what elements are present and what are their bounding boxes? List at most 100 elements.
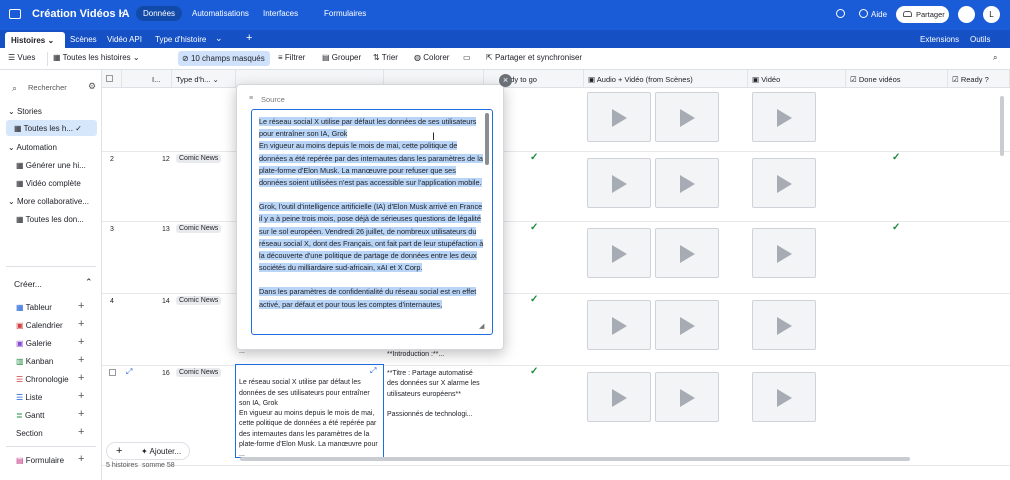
video-thumbnail[interactable] — [752, 300, 816, 350]
app-title[interactable]: Création Vidéos IA — [32, 8, 130, 20]
create-collapse-icon[interactable]: ⌃ — [85, 277, 93, 288]
header-audio-video[interactable]: ▣ Audio + Vidéo (from Scènes) — [584, 70, 748, 88]
select-all-checkbox[interactable] — [106, 75, 113, 82]
header-ready[interactable]: ☑ Ready ? — [948, 70, 1010, 88]
create-calendrier[interactable]: ▣ Calendrier — [16, 321, 63, 330]
nav-donnees[interactable]: Données — [136, 6, 183, 21]
tab-scenes[interactable]: Scènes — [70, 35, 97, 44]
video-thumbnail[interactable] — [655, 92, 719, 142]
type-tag: Comic News — [176, 154, 222, 163]
create-gantt[interactable]: ≣ Gantt — [16, 411, 45, 420]
create-liste[interactable]: ☰ Liste — [16, 393, 42, 402]
source-cell-active[interactable]: Le réseau social X utilise par défaut le… — [235, 364, 384, 458]
video-thumbnail[interactable] — [587, 300, 651, 350]
tab-type-histoire[interactable]: Type d'histoire — [155, 35, 206, 44]
tab-video-api[interactable]: Vidéo API — [107, 35, 142, 44]
video-thumbnail[interactable] — [752, 92, 816, 142]
search-icon[interactable]: ⌕ — [993, 53, 997, 63]
close-popup-icon[interactable]: × — [499, 74, 512, 87]
expand-row-icon[interactable]: ⤢ — [126, 367, 132, 377]
avatar[interactable]: L — [983, 6, 1000, 23]
share-sync-button[interactable]: ⇱ Partager et synchroniser — [486, 53, 582, 62]
video-thumbnail[interactable] — [587, 92, 651, 142]
base-icon[interactable] — [9, 9, 21, 19]
video-thumbnail[interactable] — [752, 158, 816, 208]
video-thumbnail[interactable] — [655, 372, 719, 422]
notifications-icon[interactable] — [958, 6, 975, 23]
color-button[interactable]: ◍ Colorer — [414, 53, 449, 62]
views-button[interactable]: ☰ Vues — [8, 53, 35, 62]
sidebar-section-automation[interactable]: ⌄ Automation — [8, 143, 57, 152]
textarea-scrollbar[interactable] — [485, 113, 489, 165]
title-chevron-down-icon[interactable]: ⌄ — [117, 6, 125, 17]
header-done-videos[interactable]: ☑ Done vidéos — [846, 70, 948, 88]
add-formulaire-icon[interactable]: + — [78, 453, 84, 465]
header-id[interactable]: I... — [122, 70, 172, 88]
sidebar-search-icon: ⌕ — [12, 83, 18, 93]
expand-cell-icon[interactable]: ⤢ — [370, 366, 376, 376]
vertical-scrollbar[interactable] — [1000, 96, 1004, 156]
help-label[interactable]: Aide — [871, 10, 887, 19]
row-height-icon[interactable]: ▭ — [463, 53, 471, 62]
table-row[interactable]: ⤢ 16 Comic News Le réseau social X utili… — [102, 364, 1010, 466]
video-thumbnail[interactable] — [752, 228, 816, 278]
sidebar-item-toutes-donnees[interactable]: ▦ Toutes les don... — [16, 215, 84, 224]
sidebar-section-collaborative[interactable]: ⌄ More collaborative... — [8, 197, 89, 206]
sidebar-settings-icon[interactable]: ⚙ — [88, 81, 96, 92]
resize-handle-icon[interactable]: ◢ — [479, 322, 484, 330]
tab-histoires[interactable]: Histoires ⌄ — [5, 32, 65, 48]
eye-slash-icon: ⊘ — [182, 54, 189, 63]
header-video[interactable]: ▣ Vidéo — [748, 70, 846, 88]
video-thumbnail[interactable] — [752, 372, 816, 422]
sort-button[interactable]: ⇅ Trier — [373, 53, 398, 62]
add-record-icon[interactable]: + — [116, 445, 122, 457]
video-thumbnail[interactable] — [655, 158, 719, 208]
sidebar-item-label: Vidéo complète — [25, 179, 81, 188]
create-formulaire[interactable]: ▤ Formulaire — [16, 456, 64, 465]
header-video-label: Vidéo — [761, 75, 781, 84]
add-options-button[interactable]: ✦ Ajouter... — [141, 447, 181, 456]
header-type[interactable]: Type d'h... ⌄ — [172, 70, 236, 88]
filter-button[interactable]: ≡ Filtrer — [278, 53, 305, 62]
create-kanban[interactable]: ▥ Kanban — [16, 357, 53, 366]
current-view-button[interactable]: ▦ Toutes les histoires ⌄ — [53, 53, 140, 62]
expanded-cell-editor: ≡ Source Le réseau social X utilise par … — [236, 84, 504, 350]
row-checkbox[interactable] — [109, 369, 116, 376]
video-thumbnail[interactable] — [655, 300, 719, 350]
title-cell[interactable]: **Titre : Partage automatisé des données… — [387, 369, 481, 420]
add-galerie-icon[interactable]: + — [78, 336, 84, 348]
sidebar-search-input[interactable]: Rechercher — [28, 83, 67, 92]
add-gantt-icon[interactable]: + — [78, 408, 84, 420]
create-section[interactable]: Section — [16, 429, 43, 438]
tools-button[interactable]: Outils — [970, 35, 990, 44]
sidebar-section-stories[interactable]: ⌄ Stories — [8, 107, 42, 116]
create-chronologie[interactable]: ☰ Chronologie — [16, 375, 69, 384]
add-tableur-icon[interactable]: + — [78, 300, 84, 312]
add-table-icon[interactable]: + — [246, 32, 252, 44]
video-thumbnail[interactable] — [587, 158, 651, 208]
horizontal-scrollbar[interactable] — [240, 457, 910, 461]
sidebar-item-generer[interactable]: ▦ Générer une hi... — [16, 161, 86, 170]
history-icon[interactable] — [836, 9, 845, 18]
add-liste-icon[interactable]: + — [78, 390, 84, 402]
nav-formulaires[interactable]: Formulaires — [324, 9, 366, 18]
nav-automatisations[interactable]: Automatisations — [192, 9, 249, 18]
video-thumbnail[interactable] — [587, 228, 651, 278]
video-thumbnail[interactable] — [655, 228, 719, 278]
header-checkbox[interactable] — [102, 70, 122, 88]
add-chronologie-icon[interactable]: + — [78, 372, 84, 384]
sidebar-item-video-complete[interactable]: ▦ Vidéo complète — [16, 179, 81, 188]
add-section-icon[interactable]: + — [78, 426, 84, 438]
video-thumbnail[interactable] — [587, 372, 651, 422]
tabs-more-chevron-icon[interactable]: ⌄ — [215, 33, 223, 44]
add-kanban-icon[interactable]: + — [78, 354, 84, 366]
create-galerie[interactable]: ▣ Galerie — [16, 339, 52, 348]
add-calendrier-icon[interactable]: + — [78, 318, 84, 330]
hidden-fields-button[interactable]: ⊘ 10 champs masqués — [178, 51, 270, 66]
nav-interfaces[interactable]: Interfaces — [263, 9, 298, 18]
group-button[interactable]: ▤ Grouper — [322, 53, 361, 62]
source-textarea[interactable]: Le réseau social X utilise par défaut le… — [251, 109, 493, 335]
extensions-button[interactable]: Extensions — [920, 35, 959, 44]
create-tableur[interactable]: ▦ Tableur — [16, 303, 52, 312]
help-icon[interactable] — [859, 9, 868, 18]
